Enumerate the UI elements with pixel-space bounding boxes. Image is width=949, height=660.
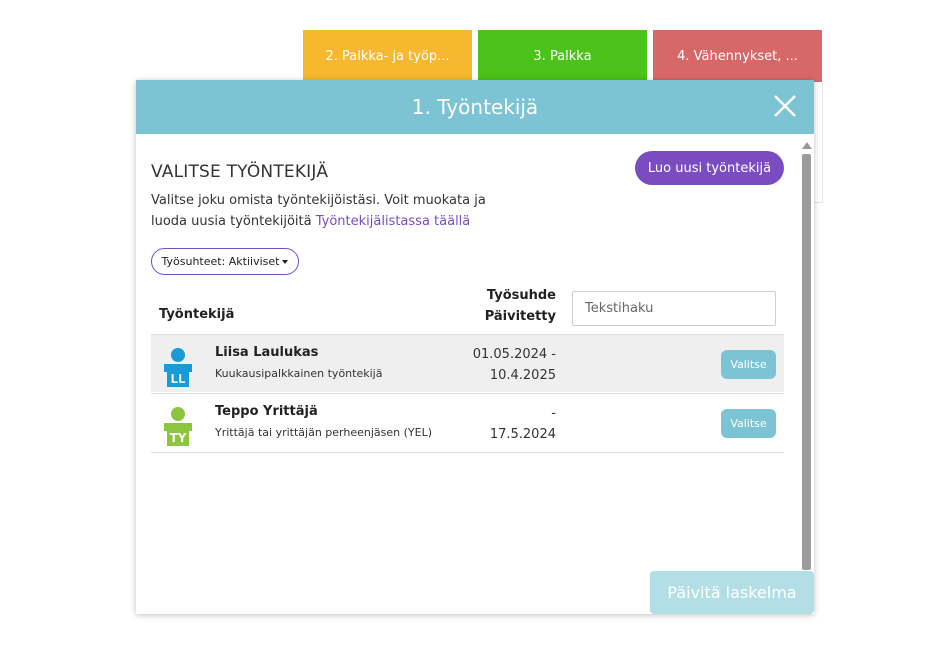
scroll-up-arrow-icon[interactable] xyxy=(802,142,812,149)
employee-list-link[interactable]: Työntekijälistassa täällä xyxy=(316,214,471,229)
dates-line2: 17.5.2024 xyxy=(489,427,556,442)
avatar-initials: LL xyxy=(170,372,186,386)
employment-filter-dropdown[interactable]: Työsuhteet: Aktiiviset xyxy=(151,248,299,275)
column-header-dates-line1: Työsuhde xyxy=(486,288,556,303)
employee-name: Teppo Yrittäjä xyxy=(215,404,318,419)
employment-dates: - 17.5.2024 xyxy=(421,403,556,445)
dialog-header: 1. Työntekijä xyxy=(136,80,814,134)
column-header-dates: Työsuhde Päivitetty xyxy=(456,285,556,327)
employee-dialog: 1. Työntekijä VALITSE TYÖNTEKIJÄ Luo uus… xyxy=(136,80,814,614)
employment-dates: 01.05.2024 - 10.4.2025 xyxy=(421,344,556,386)
tab-salary[interactable]: 3. Palkka xyxy=(478,30,647,82)
avatar-initials: TY xyxy=(170,431,187,445)
table-row: TY Teppo Yrittäjä Yrittäjä tai yrittäjän… xyxy=(151,393,784,453)
person-icon: TY xyxy=(161,407,195,447)
dates-line2: 10.4.2025 xyxy=(489,368,556,383)
scrollbar-thumb[interactable] xyxy=(802,154,811,570)
dates-line1: - xyxy=(551,406,556,421)
close-icon[interactable] xyxy=(770,91,800,121)
column-header-employee: Työntekijä xyxy=(159,307,235,322)
update-calculation-button[interactable]: Päivitä laskelma xyxy=(650,571,814,614)
new-employee-button[interactable]: Luo uusi työntekijä xyxy=(635,151,784,185)
table-row: LL Liisa Laulukas Kuukausipalkkainen työ… xyxy=(151,334,784,392)
employee-type: Kuukausipalkkainen työntekijä xyxy=(215,367,383,380)
select-employee-button[interactable]: Valitse xyxy=(721,409,776,438)
employee-type: Yrittäjä tai yrittäjän perheenjäsen (YEL… xyxy=(215,426,432,439)
dialog-title: 1. Työntekijä xyxy=(411,95,539,119)
search-input[interactable] xyxy=(572,291,776,326)
intro-text: Valitse joku omista työntekijöistäsi. Vo… xyxy=(151,190,511,232)
caret-down-icon xyxy=(282,259,289,264)
section-title: VALITSE TYÖNTEKIJÄ xyxy=(151,162,329,182)
dates-line1: 01.05.2024 - xyxy=(472,347,556,362)
select-employee-button[interactable]: Valitse xyxy=(721,350,776,379)
tab-deductions[interactable]: 4. Vähennykset, ... xyxy=(653,30,822,82)
employee-name: Liisa Laulukas xyxy=(215,345,319,360)
column-header-dates-line2: Päivitetty xyxy=(484,309,556,324)
tab-panel-edge xyxy=(814,82,823,203)
tab-salary-work[interactable]: 2. Palkka- ja työp... xyxy=(303,30,472,82)
person-icon: LL xyxy=(161,348,195,388)
filter-label: Työsuhteet: Aktiiviset xyxy=(161,255,280,268)
